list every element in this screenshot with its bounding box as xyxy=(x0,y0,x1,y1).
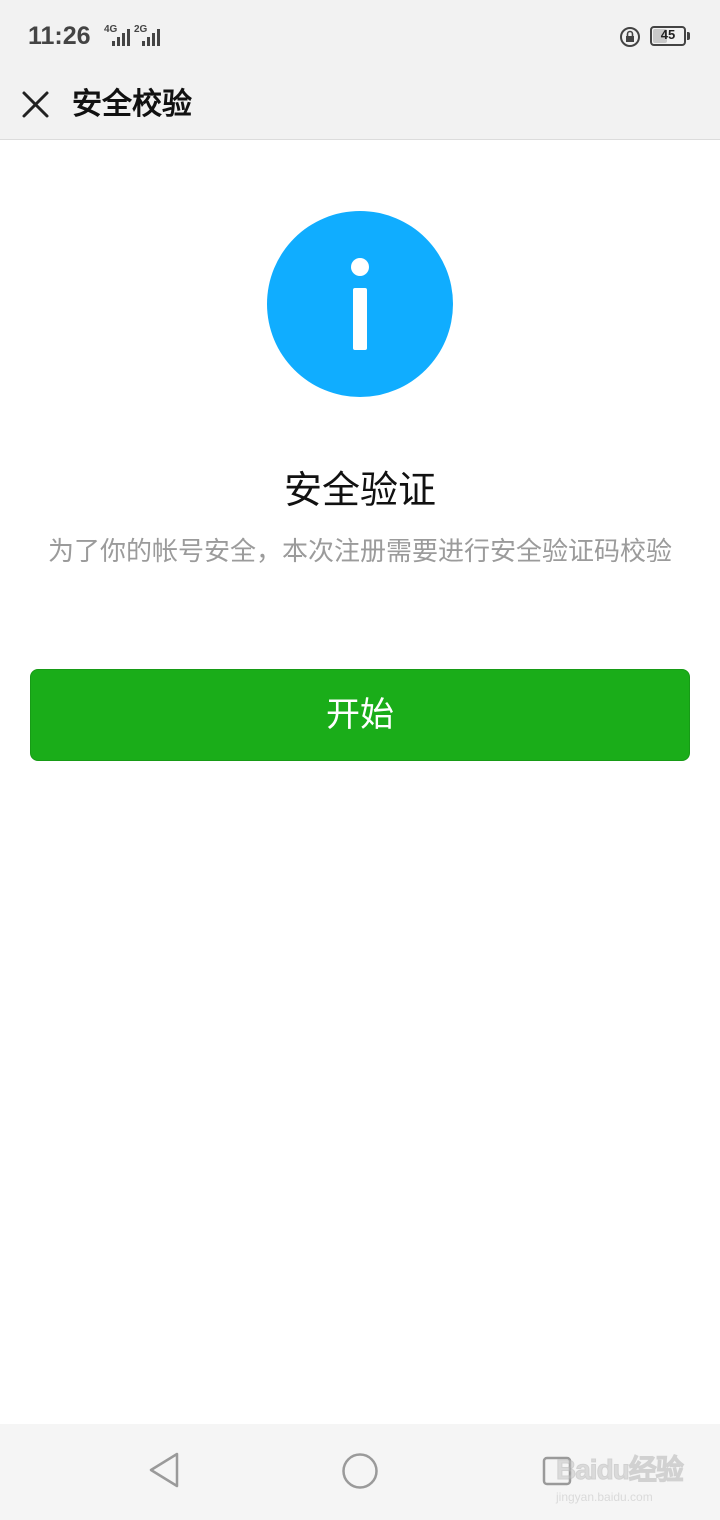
battery-icon: 45 xyxy=(650,26,686,46)
system-nav-bar: Baidu经验 jingyan.baidu.com xyxy=(0,1424,720,1520)
nav-bar: 安全校验 xyxy=(0,70,720,140)
info-icon xyxy=(267,211,453,397)
home-circle-icon[interactable] xyxy=(341,1452,379,1490)
info-icon-dot xyxy=(351,258,369,276)
start-button[interactable]: 开始 xyxy=(30,669,690,761)
rotation-lock-icon xyxy=(620,27,640,47)
verification-description: 为了你的帐号安全，本次注册需要进行安全验证码校验 xyxy=(47,537,672,567)
page-title: 安全校验 xyxy=(72,87,192,122)
close-icon[interactable] xyxy=(14,78,58,132)
battery-tip xyxy=(687,32,690,40)
status-bar: 11:26 4G 2G 45 xyxy=(0,0,720,70)
close-button[interactable] xyxy=(14,78,58,132)
signal-4g-icon: 4G xyxy=(104,24,138,48)
app-screen: 11:26 4G 2G 45 安全校验 安全验证 为了你的帐号安全，本次注册需要… xyxy=(0,0,720,1520)
status-time: 11:26 xyxy=(28,22,91,50)
watermark-brand: Baidu经验 xyxy=(556,1454,685,1486)
network-type-label: 2G xyxy=(134,24,148,35)
network-type-label: 4G xyxy=(104,24,118,35)
back-triangle-icon[interactable] xyxy=(146,1450,182,1490)
baidu-watermark: Baidu经验 jingyan.baidu.com xyxy=(556,1440,706,1510)
watermark-url: jingyan.baidu.com xyxy=(556,1490,653,1504)
signal-2g-icon: 2G xyxy=(134,24,168,48)
battery-level: 45 xyxy=(660,27,676,42)
info-icon-stem xyxy=(353,288,367,350)
verification-heading: 安全验证 xyxy=(283,468,436,512)
